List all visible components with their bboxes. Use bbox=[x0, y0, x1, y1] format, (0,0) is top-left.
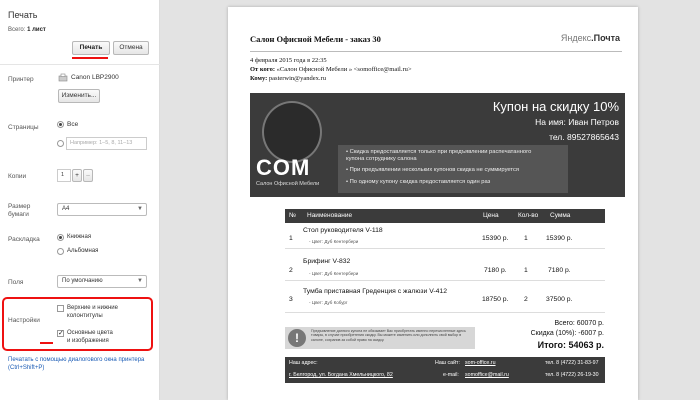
copies-input[interactable]: 1 bbox=[57, 169, 71, 182]
coupon-banner: COM Салон Офисной Мебели Купон на скидку… bbox=[250, 93, 625, 197]
row-price: 18750 р. bbox=[482, 296, 509, 303]
pages-range-input[interactable]: Например: 1–5, 8, 11–13 bbox=[66, 137, 147, 150]
sheet-count: Всего: 1 лист bbox=[8, 27, 46, 33]
row-color: - Цвет: Дуб Кентербери bbox=[309, 239, 359, 244]
row-price: 7180 р. bbox=[484, 267, 507, 274]
row-divider bbox=[285, 280, 605, 281]
layout-landscape-radio[interactable] bbox=[57, 248, 64, 255]
system-dialog-link[interactable]: Печатать с помощью диалогового окна прин… bbox=[8, 356, 144, 372]
layout-landscape-label: Альбомная bbox=[67, 248, 99, 254]
col-price: Цена bbox=[483, 212, 499, 219]
email-date: 4 февраля 2015 года в 22:35 bbox=[250, 57, 327, 64]
row-qty: 2 bbox=[524, 296, 528, 303]
row-name: Брифинг V-832 bbox=[303, 258, 351, 265]
logo-subtitle: Салон Офисной Мебели bbox=[256, 181, 320, 187]
row-number: 1 bbox=[289, 235, 293, 242]
col-number: № bbox=[289, 212, 296, 219]
print-title: Печать bbox=[8, 10, 38, 20]
logo-emblem bbox=[262, 101, 322, 163]
coupon-rules: • Скидка предоставляется только при пред… bbox=[338, 145, 568, 193]
row-divider bbox=[285, 312, 605, 313]
row-qty: 1 bbox=[524, 267, 528, 274]
print-preview[interactable]: Салон Офисной Мебели - заказ 30 Яндекс.П… bbox=[160, 0, 700, 400]
coupon-phone: тел. 89527865643 bbox=[549, 132, 619, 142]
order-discount: Скидка (10%): -6007 р. bbox=[530, 330, 604, 337]
copies-plus-button[interactable]: + bbox=[72, 169, 82, 182]
exclamation-icon: ! bbox=[288, 329, 306, 347]
pages-range-radio[interactable] bbox=[57, 140, 64, 147]
row-qty: 1 bbox=[524, 235, 528, 242]
change-printer-button[interactable]: Изменить... bbox=[58, 89, 100, 103]
highlight-underline bbox=[72, 57, 108, 59]
col-sum: Сумма bbox=[550, 212, 571, 219]
coupon-rule: • По одному купону скидка предоставляетс… bbox=[346, 179, 491, 185]
email-subject: Салон Офисной Мебели - заказ 30 bbox=[250, 34, 381, 44]
divider bbox=[0, 64, 160, 65]
phone-1: тел. 8 (4722) 31-83-97 bbox=[545, 360, 599, 366]
cancel-button[interactable]: Отмена bbox=[113, 41, 149, 55]
coupon-title: Купон на скидку 10% bbox=[492, 99, 619, 114]
email-label: e-mail: bbox=[443, 372, 459, 378]
paper-size-select[interactable]: A4 ▼ bbox=[57, 203, 147, 216]
highlight-box bbox=[2, 297, 153, 351]
coupon-notice: ! Предъявление данного купона не обязыва… bbox=[285, 327, 475, 349]
copies-minus-button[interactable]: – bbox=[83, 169, 93, 182]
margins-label: Поля bbox=[8, 279, 24, 286]
header-divider bbox=[250, 51, 622, 52]
coupon-rule: • При предъявлении нескольких купонов ск… bbox=[346, 167, 520, 173]
order-grand-total: Итого: 54063 р. bbox=[537, 340, 604, 350]
pages-label: Страницы bbox=[8, 124, 39, 131]
copies-label: Копии bbox=[8, 173, 27, 180]
coupon-rule: купона сотруднику салона bbox=[346, 156, 417, 162]
site-label: Наш сайт: bbox=[435, 360, 460, 366]
row-divider bbox=[285, 248, 605, 249]
row-price: 15390 р. bbox=[482, 235, 509, 242]
row-sum: 37500 р. bbox=[546, 296, 573, 303]
pages-all-label: Все bbox=[67, 121, 79, 128]
paper-size-label: Размер бумаги bbox=[8, 203, 31, 218]
layout-portrait-radio[interactable] bbox=[57, 234, 64, 241]
row-color: - Цвет: Дуб Кентербери bbox=[309, 271, 359, 276]
margins-select[interactable]: По умолчанию ▼ bbox=[57, 275, 147, 288]
preview-page: Салон Офисной Мебели - заказ 30 Яндекс.П… bbox=[228, 7, 638, 400]
print-button[interactable]: Печать bbox=[72, 41, 110, 55]
layout-portrait-label: Книжная bbox=[67, 234, 92, 240]
col-name: Наименование bbox=[307, 212, 353, 219]
store-footer: Наш адрес: г. Белгород, ул. Богдана Хмел… bbox=[285, 357, 605, 383]
email-to: Кому: pasterwin@yandex.ru bbox=[250, 75, 326, 82]
layout-label: Раскладка bbox=[8, 236, 40, 243]
row-number: 2 bbox=[289, 267, 293, 274]
order-total: Всего: 60070 р. bbox=[554, 320, 605, 327]
phone-2: тел. 8 (4722) 26-19-30 bbox=[545, 372, 599, 378]
coupon-rule: • Скидка предоставляется только при пред… bbox=[346, 149, 532, 155]
email-from: От кого: «Салон Офисной Мебели » <somoff… bbox=[250, 66, 412, 73]
row-color: - Цвет: Дуб Кобург bbox=[309, 300, 348, 305]
site-link[interactable]: som-office.ru bbox=[465, 360, 496, 366]
row-name: Стол руководителя V-118 bbox=[303, 227, 383, 234]
row-sum: 15390 р. bbox=[546, 235, 573, 242]
printer-label: Принтер bbox=[8, 76, 34, 83]
pages-all-radio[interactable] bbox=[57, 121, 64, 128]
printer-name: Canon LBP2900 bbox=[71, 74, 119, 81]
row-number: 3 bbox=[289, 296, 293, 303]
yandex-mail-logo: Яндекс.Почта bbox=[560, 33, 620, 43]
store-logo: COM Салон Офисной Мебели bbox=[254, 97, 336, 193]
row-name: Тумба приставная Греденция с жалюзи V-41… bbox=[303, 288, 447, 295]
coupon-owner: На имя: Иван Петров bbox=[535, 117, 619, 127]
email-link[interactable]: somoffice@mail.ru bbox=[465, 372, 509, 378]
notice-text: Предъявление данного купона не обязывает… bbox=[311, 329, 466, 342]
address-label: Наш адрес: bbox=[289, 360, 318, 366]
row-sum: 7180 р. bbox=[548, 267, 571, 274]
address-value: г. Белгород, ул. Богдана Хмельницкого, 8… bbox=[289, 372, 393, 378]
printer-icon bbox=[58, 73, 68, 85]
col-qty: Кол-во bbox=[518, 212, 539, 219]
highlight-underline-2 bbox=[40, 342, 53, 344]
order-table-header: № Наименование Цена Кол-во Сумма bbox=[285, 209, 605, 223]
logo-text: COM bbox=[256, 155, 311, 180]
print-settings-panel: Печать Всего: 1 лист Печать Отмена Принт… bbox=[0, 0, 160, 400]
